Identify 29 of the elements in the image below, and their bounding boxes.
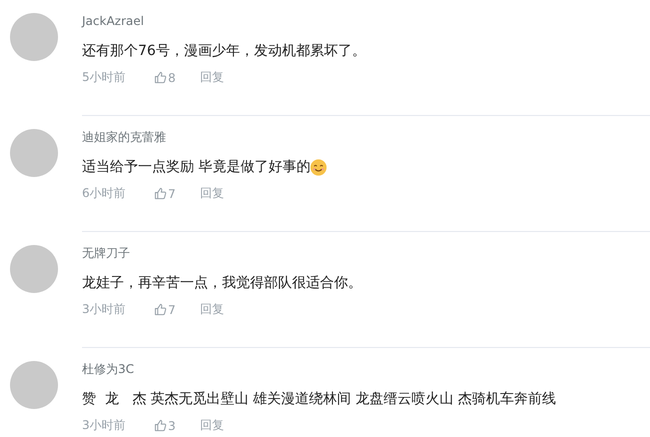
avatar-placeholder[interactable] (10, 361, 58, 409)
like-button[interactable]: 8 (154, 70, 200, 84)
avatar-placeholder[interactable] (10, 13, 58, 61)
reply-button[interactable]: 回复 (200, 301, 224, 318)
comment-text: 适当给予一点奖励 毕竟是做了好事的 (82, 158, 310, 177)
reply-button[interactable]: 回复 (200, 69, 224, 86)
thumbs-up-icon (154, 187, 167, 200)
post-time: 3小时前 (82, 301, 127, 318)
post-time: 5小时前 (82, 69, 127, 86)
user-name[interactable]: 杜修为3C (82, 361, 650, 377)
comment-text: 还有那个76号，漫画少年，发动机都累坏了。 (82, 42, 366, 61)
avatar-placeholder[interactable] (10, 245, 58, 293)
comment-text: 龙娃子，再辛苦一点，我觉得部队很适合你。 (82, 274, 362, 293)
like-button[interactable]: 3 (154, 418, 200, 432)
thumbs-up-icon (154, 419, 167, 432)
smiley-icon (310, 158, 328, 176)
comment-text: 赞 龙 杰 英杰无觅出壁山 雄关漫道绕林间 龙盘缙云喷火山 杰骑机车奔前线 (82, 390, 556, 409)
like-button[interactable]: 7 (154, 302, 200, 316)
user-name[interactable]: 迪姐家的克蕾雅 (82, 129, 650, 145)
post-time: 3小时前 (82, 417, 127, 434)
user-name[interactable]: JackAzrael (82, 13, 650, 29)
user-name[interactable]: 无牌刀子 (82, 245, 650, 261)
thumbs-up-icon (154, 71, 167, 84)
post-time: 6小时前 (82, 185, 127, 202)
reply-button[interactable]: 回复 (200, 185, 224, 202)
reply-button[interactable]: 回复 (200, 417, 224, 434)
thumbs-up-icon (154, 303, 167, 316)
like-button[interactable]: 7 (154, 186, 200, 200)
avatar-placeholder[interactable] (10, 129, 58, 177)
